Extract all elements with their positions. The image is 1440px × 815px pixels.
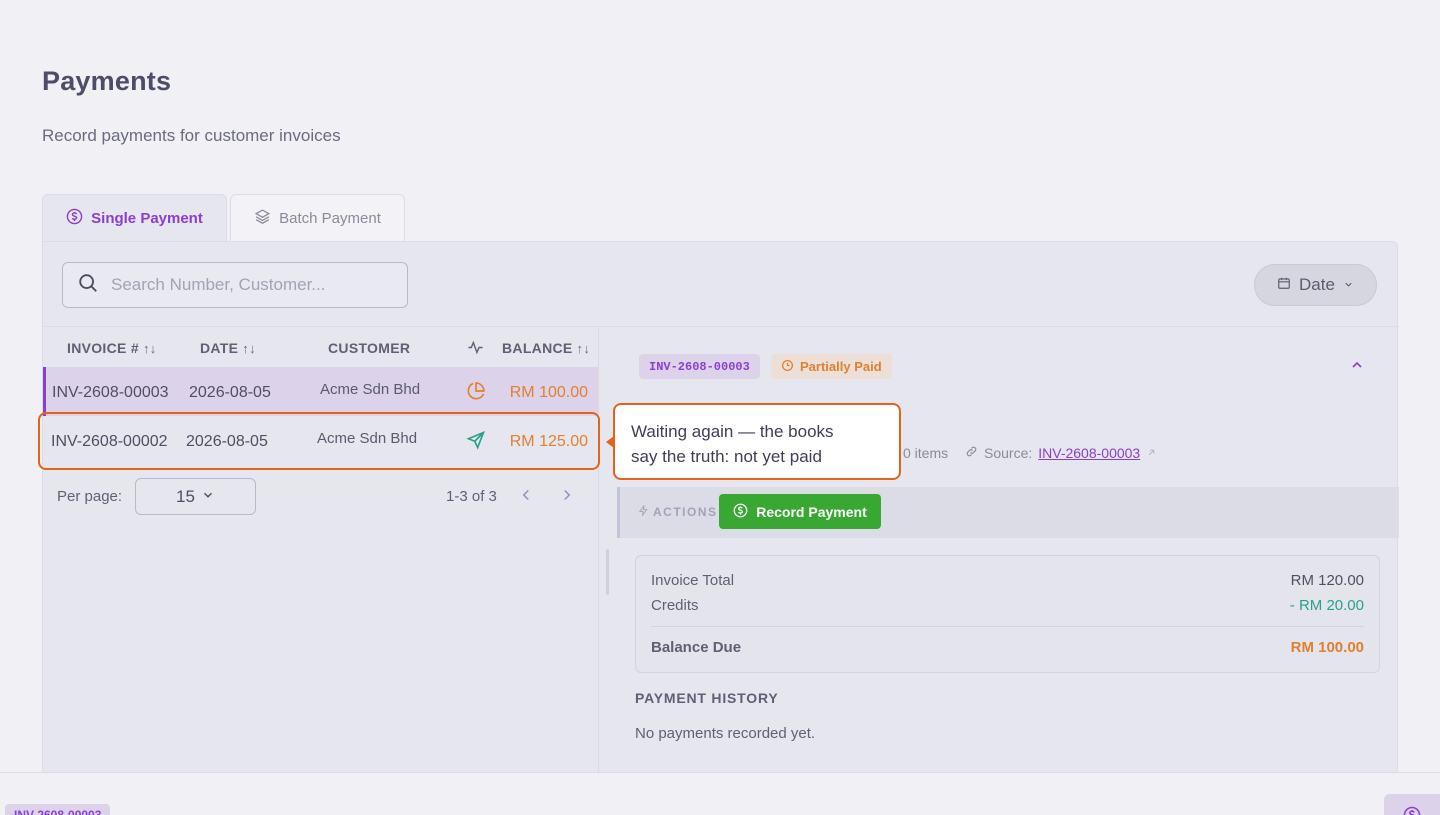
tab-batch-payment[interactable]: Batch Payment bbox=[230, 194, 405, 242]
column-header-invoice[interactable]: INVOICE # ↑↓ bbox=[67, 340, 157, 356]
highlight-box bbox=[38, 412, 600, 470]
tab-label: Single Payment bbox=[91, 210, 203, 227]
sort-icon: ↑↓ bbox=[142, 340, 157, 356]
clock-icon bbox=[781, 359, 794, 375]
balance-due-value: RM 100.00 bbox=[1290, 639, 1364, 656]
record-payment-label: Record Payment bbox=[756, 503, 867, 520]
actions-bar: ACTIONS Record Payment bbox=[617, 487, 1399, 538]
page-title: Payments bbox=[42, 66, 172, 96]
chevron-up-icon[interactable] bbox=[1349, 357, 1367, 375]
credits-value: - RM 20.00 bbox=[1289, 597, 1364, 614]
chevron-down-icon bbox=[201, 487, 215, 507]
source-link[interactable]: INV-2608-00003 bbox=[1038, 445, 1140, 461]
payment-history-title: PAYMENT HISTORY bbox=[635, 690, 779, 706]
tooltip-line: Waiting again — the books bbox=[631, 422, 834, 441]
annotation-tooltip: Waiting again — the books say the truth:… bbox=[606, 403, 901, 480]
divider bbox=[651, 626, 1364, 627]
footer-payment-button[interactable] bbox=[1384, 794, 1440, 815]
cell-date: 2026-08-05 bbox=[189, 384, 271, 401]
pie-chart-icon bbox=[466, 381, 486, 401]
external-link-icon bbox=[1146, 445, 1157, 461]
footer-bar: INV-2608-00003 bbox=[0, 772, 1440, 815]
dollar-circle-icon bbox=[1403, 806, 1421, 815]
layers-icon bbox=[254, 208, 271, 229]
per-page-select[interactable]: 15 bbox=[135, 478, 256, 515]
date-filter-button[interactable]: Date bbox=[1254, 264, 1377, 306]
sort-icon: ↑↓ bbox=[576, 340, 591, 356]
payments-panel: Date INVOICE #↑↓ DATE↑↓ CUSTOMER BALANCE… bbox=[42, 241, 1399, 782]
dollar-circle-icon bbox=[733, 503, 748, 521]
tooltip-line: say the truth: not yet paid bbox=[631, 447, 822, 466]
credits-label: Credits bbox=[651, 597, 699, 614]
cell-invoice: INV-2608-00003 bbox=[52, 384, 169, 401]
items-count: 0 items bbox=[903, 445, 949, 461]
totals-card: Invoice Total RM 120.00 Credits - RM 20.… bbox=[635, 555, 1380, 673]
link-icon bbox=[965, 445, 978, 461]
activity-icon bbox=[467, 339, 484, 356]
chevron-down-icon bbox=[1343, 275, 1354, 295]
pagination-range: 1-3 of 3 bbox=[446, 488, 497, 505]
page-subtitle: Record payments for customer invoices bbox=[42, 126, 341, 145]
actions-label-text: ACTIONS bbox=[653, 505, 718, 519]
dollar-circle-icon bbox=[66, 208, 83, 229]
table-header: INVOICE # ↑↓ DATE ↑↓ CUSTOMER BALANCE ↑↓ bbox=[43, 327, 598, 367]
lightning-icon bbox=[638, 504, 649, 519]
invoice-total-label: Invoice Total bbox=[651, 572, 735, 589]
chevron-left-icon[interactable] bbox=[517, 486, 535, 509]
calendar-icon bbox=[1277, 275, 1291, 295]
column-header-balance[interactable]: BALANCE ↑↓ bbox=[502, 340, 590, 356]
pagination: Per page: 15 1-3 of 3 bbox=[43, 478, 598, 516]
tab-single-payment[interactable]: Single Payment bbox=[42, 194, 227, 242]
tab-label: Batch Payment bbox=[279, 210, 381, 227]
search-icon bbox=[77, 272, 99, 299]
column-header-date[interactable]: DATE ↑↓ bbox=[200, 340, 256, 356]
status-label: Partially Paid bbox=[800, 359, 882, 374]
footer-invoice-chip[interactable]: INV-2608-00003 bbox=[5, 804, 111, 815]
balance-due-label: Balance Due bbox=[651, 639, 742, 656]
search-input[interactable] bbox=[111, 275, 391, 295]
sort-icon: ↑↓ bbox=[242, 340, 256, 356]
column-header-customer: CUSTOMER bbox=[328, 340, 411, 356]
payment-history-empty: No payments recorded yet. bbox=[635, 725, 816, 742]
scrollbar[interactable] bbox=[606, 549, 609, 595]
actions-label: ACTIONS bbox=[638, 504, 718, 519]
per-page-label: Per page: bbox=[57, 488, 123, 505]
record-payment-button[interactable]: Record Payment bbox=[719, 494, 881, 529]
invoice-number-chip: INV-2608-00003 bbox=[639, 354, 760, 379]
cell-balance: RM 100.00 bbox=[509, 384, 588, 401]
cell-customer: Acme Sdn Bhd bbox=[320, 381, 421, 398]
date-filter-label: Date bbox=[1299, 275, 1335, 294]
table-row[interactable]: INV-2608-00003 2026-08-05 Acme Sdn Bhd R… bbox=[43, 367, 598, 416]
source-label: Source: bbox=[984, 445, 1033, 461]
search-box[interactable] bbox=[62, 262, 408, 308]
divider bbox=[598, 327, 599, 782]
source-info: Source: INV-2608-00003 bbox=[965, 445, 1157, 461]
chevron-right-icon[interactable] bbox=[558, 486, 576, 509]
invoice-total-value: RM 120.00 bbox=[1290, 572, 1364, 589]
per-page-value: 15 bbox=[176, 486, 195, 506]
status-badge: Partially Paid bbox=[771, 354, 892, 379]
